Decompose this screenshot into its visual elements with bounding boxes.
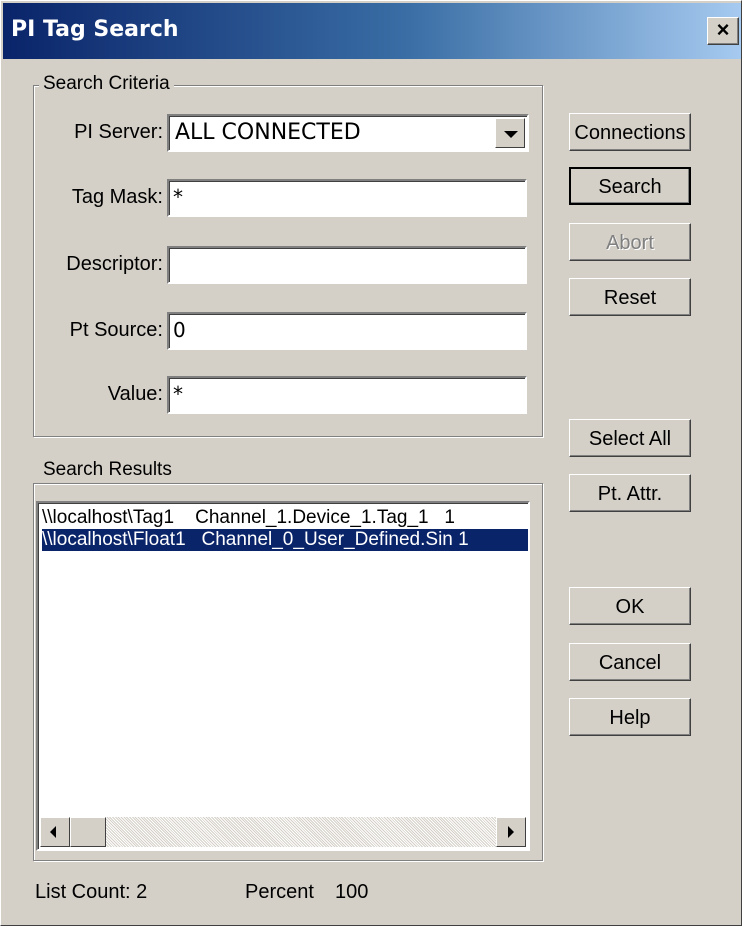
horizontal-scrollbar[interactable]: [40, 817, 526, 847]
pi-server-label: PI Server:: [74, 121, 163, 143]
list-count-status: List Count: 2: [35, 881, 148, 903]
pi-tag-search-dialog: PI Tag Search × Search Criteria PI Serve…: [0, 0, 742, 926]
ok-button[interactable]: OK: [569, 587, 691, 625]
close-button[interactable]: ×: [707, 17, 739, 45]
scrollbar-thumb[interactable]: [70, 817, 106, 847]
search-results-list[interactable]: \\localhost\Tag1 Channel_1.Device_1.Tag_…: [36, 501, 530, 851]
value-label: Value:: [107, 383, 163, 405]
percent-label: Percent: [245, 881, 314, 903]
cancel-button[interactable]: Cancel: [569, 643, 691, 681]
pt-source-label: Pt Source:: [69, 319, 163, 341]
tag-mask-label: Tag Mask:: [71, 186, 163, 208]
value-input[interactable]: *: [167, 376, 527, 414]
abort-button[interactable]: Abort: [569, 223, 691, 261]
window-title: PI Tag Search: [11, 17, 179, 42]
list-item[interactable]: \\localhost\Tag1 Channel_1.Device_1.Tag_…: [42, 507, 528, 529]
select-all-button[interactable]: Select All: [569, 419, 691, 457]
pi-server-value: ALL CONNECTED: [175, 120, 361, 145]
list-item-selected[interactable]: \\localhost\Float1 Channel_0_User_Define…: [42, 529, 528, 551]
help-button[interactable]: Help: [569, 698, 691, 736]
percent-value: 100: [335, 881, 369, 903]
connections-button[interactable]: Connections: [569, 113, 691, 151]
reset-button[interactable]: Reset: [569, 278, 691, 316]
descriptor-label: Descriptor:: [66, 253, 163, 275]
search-criteria-legend: Search Criteria: [39, 73, 174, 95]
descriptor-input[interactable]: [167, 246, 527, 284]
search-button[interactable]: Search: [569, 167, 691, 205]
chevron-down-icon[interactable]: [495, 118, 525, 148]
pt-source-input[interactable]: 0: [167, 312, 527, 350]
scroll-right-icon[interactable]: [496, 817, 526, 847]
tag-mask-input[interactable]: *: [167, 179, 527, 217]
search-results-legend: Search Results: [39, 459, 176, 481]
pt-attr-button[interactable]: Pt. Attr.: [569, 474, 691, 512]
pi-server-combobox[interactable]: ALL CONNECTED: [167, 114, 529, 152]
scroll-left-icon[interactable]: [40, 817, 70, 847]
title-bar[interactable]: PI Tag Search ×: [3, 3, 741, 59]
